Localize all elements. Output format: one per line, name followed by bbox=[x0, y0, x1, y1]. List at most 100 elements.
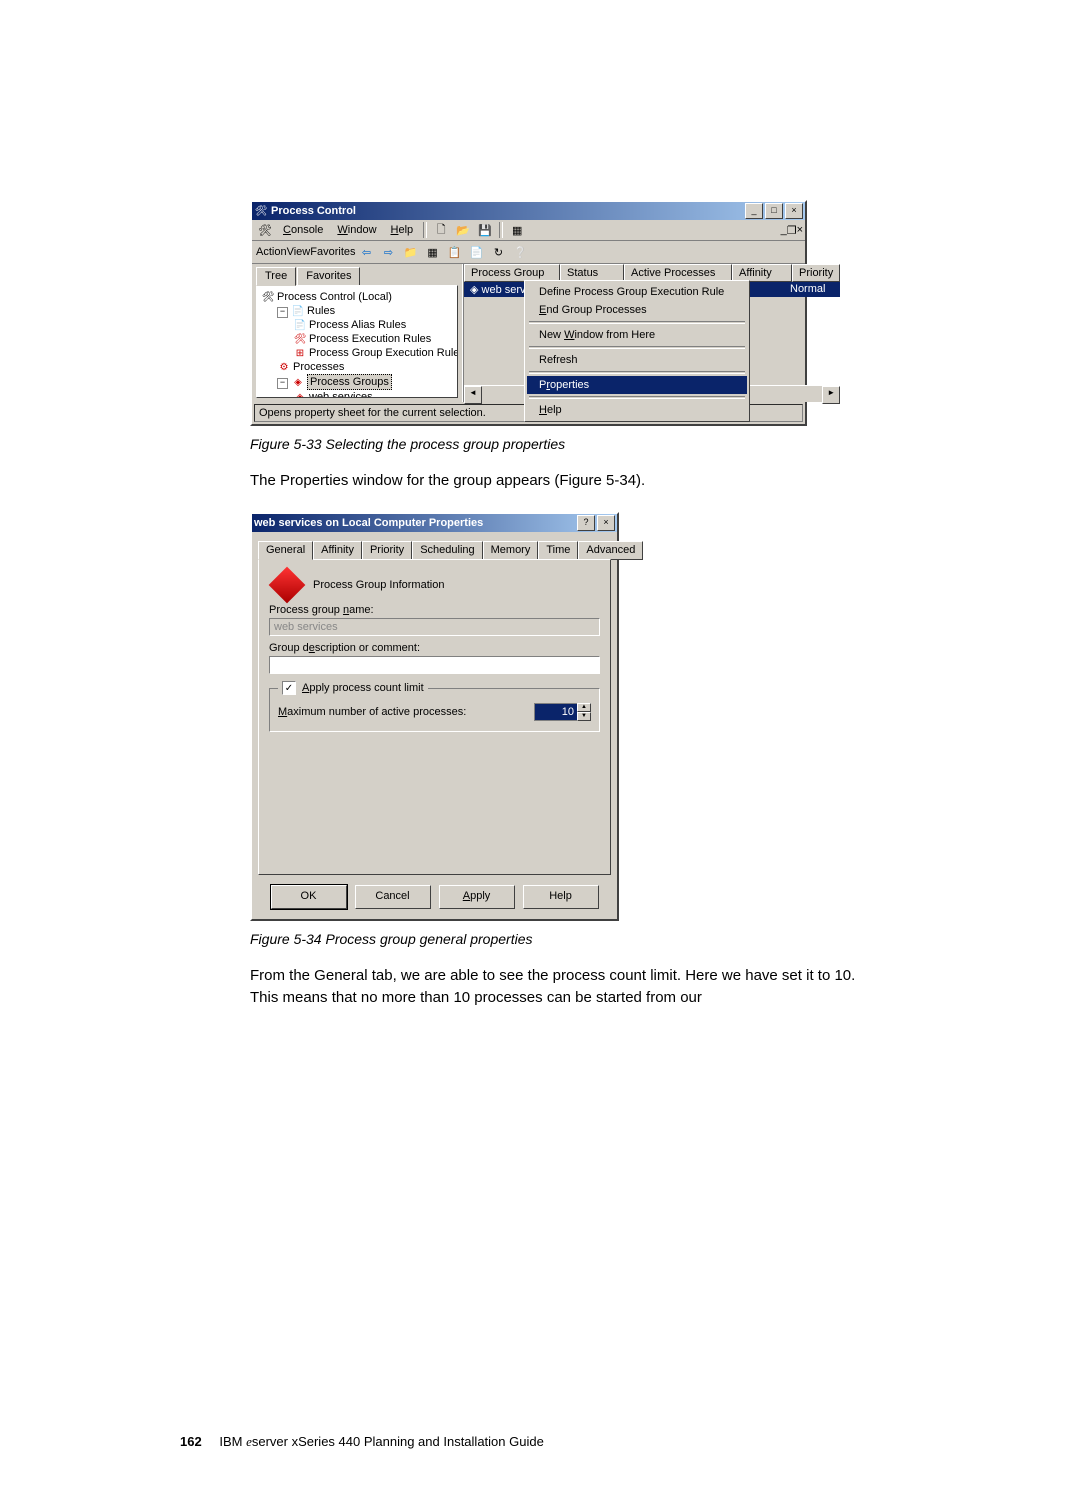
tab-content-general: Process Group Information Process group … bbox=[258, 559, 611, 875]
expander-icon[interactable]: − bbox=[277, 307, 288, 318]
menu-view[interactable]: View bbox=[287, 246, 311, 258]
brand-server: server bbox=[252, 1434, 288, 1449]
tree-rules[interactable]: Rules bbox=[307, 305, 335, 317]
new-icon[interactable]: 🗋 bbox=[431, 220, 451, 240]
mdi-close-button[interactable]: × bbox=[797, 224, 803, 236]
export-icon[interactable]: 📄 bbox=[467, 242, 487, 262]
cm-new-window[interactable]: New Window from Here bbox=[527, 326, 747, 344]
tree-exec[interactable]: Process Execution Rules bbox=[309, 333, 431, 345]
mdi-menubar: 🛠 Console Window Help 🗋 📂 💾 ▦ _ ❐ × bbox=[252, 220, 805, 241]
section-heading: Process Group Information bbox=[313, 579, 444, 591]
menu-favorites[interactable]: Favorites bbox=[310, 246, 355, 258]
back-icon[interactable]: ⇦ bbox=[357, 242, 377, 262]
scroll-right-icon[interactable]: ► bbox=[822, 386, 840, 404]
mdi-restore-button[interactable]: ❐ bbox=[787, 224, 797, 237]
cm-end-group[interactable]: End Group Processes bbox=[527, 301, 747, 319]
tab-scheduling[interactable]: Scheduling bbox=[412, 541, 482, 560]
save-icon[interactable]: 💾 bbox=[475, 220, 495, 240]
refresh-icon[interactable]: ↻ bbox=[489, 242, 509, 262]
group-name-input bbox=[269, 618, 600, 636]
menu-help[interactable]: Help bbox=[384, 222, 421, 238]
processes-icon: ⚙ bbox=[277, 362, 291, 374]
process-control-window: 🛠 Process Control _ □ × 🛠 Console Window… bbox=[250, 200, 807, 426]
minimize-button[interactable]: _ bbox=[745, 203, 763, 219]
expander-icon[interactable]: − bbox=[277, 378, 288, 389]
help-button[interactable]: ? bbox=[577, 515, 595, 531]
tab-priority[interactable]: Priority bbox=[362, 541, 412, 560]
tab-time[interactable]: Time bbox=[538, 541, 578, 560]
action-toolbar: Action View Favorites ⇦ ⇨ 📁 ▦ 📋 📄 ↻ ❔ bbox=[252, 241, 805, 264]
context-menu: Define Process Group Execution Rule End … bbox=[524, 280, 750, 422]
close-button[interactable]: × bbox=[785, 203, 803, 219]
book-prefix: IBM bbox=[219, 1434, 246, 1449]
group-item-icon: ◈ bbox=[293, 392, 307, 398]
tree-web-services[interactable]: web services bbox=[309, 391, 373, 398]
cm-properties[interactable]: Properties bbox=[527, 376, 747, 394]
tab-memory[interactable]: Memory bbox=[483, 541, 539, 560]
groups-icon: ◈ bbox=[291, 377, 305, 389]
cm-define-rule[interactable]: Define Process Group Execution Rule bbox=[527, 283, 747, 301]
tree-alias[interactable]: Process Alias Rules bbox=[309, 319, 406, 331]
tab-tree[interactable]: Tree bbox=[256, 267, 296, 286]
apply-limit-label: Apply process count limit bbox=[302, 682, 424, 694]
tree-view[interactable]: 🛠Process Control (Local) −📄Rules 📄Proces… bbox=[257, 286, 457, 398]
cm-refresh[interactable]: Refresh bbox=[527, 351, 747, 369]
open-icon[interactable]: 📂 bbox=[453, 220, 473, 240]
cancel-button[interactable]: Cancel bbox=[355, 885, 431, 909]
max-value[interactable]: 10 bbox=[534, 703, 577, 721]
menu-console[interactable]: Console bbox=[276, 222, 330, 238]
max-processes-spinbox[interactable]: 10 ▲ ▼ bbox=[534, 703, 591, 721]
tree-process-groups[interactable]: Process Groups bbox=[307, 374, 392, 390]
tab-advanced[interactable]: Advanced bbox=[578, 541, 643, 560]
rule-icon: ⊞ bbox=[293, 348, 307, 360]
figure-5-34-caption: Figure 5-34 Process group general proper… bbox=[250, 931, 880, 947]
ok-button[interactable]: OK bbox=[271, 885, 347, 909]
folder-icon: 📄 bbox=[291, 306, 305, 318]
tree-root[interactable]: Process Control (Local) bbox=[277, 291, 392, 303]
close-button[interactable]: × bbox=[597, 515, 615, 531]
properties-icon[interactable]: 📋 bbox=[445, 242, 465, 262]
spin-up-icon[interactable]: ▲ bbox=[577, 703, 591, 712]
cell-priority: Normal bbox=[784, 282, 840, 297]
forward-icon[interactable]: ⇨ bbox=[379, 242, 399, 262]
count-limit-groupbox: ✓ Apply process count limit Maximum numb… bbox=[269, 688, 600, 732]
left-pane: Tree Favorites 🛠Process Control (Local) … bbox=[252, 264, 462, 402]
tab-general[interactable]: General bbox=[258, 541, 313, 560]
help-button[interactable]: Help bbox=[523, 885, 599, 909]
group-info-icon bbox=[269, 567, 306, 604]
page-number: 162 bbox=[180, 1434, 202, 1449]
cm-help[interactable]: Help bbox=[527, 401, 747, 419]
show-hide-icon[interactable]: ▦ bbox=[423, 242, 443, 262]
menu-action[interactable]: Action bbox=[256, 246, 287, 258]
tab-favorites[interactable]: Favorites bbox=[297, 267, 360, 286]
apply-limit-checkbox[interactable]: ✓ bbox=[282, 681, 296, 695]
body-paragraph-1: The Properties window for the group appe… bbox=[250, 470, 880, 492]
book-rest: xSeries 440 Planning and Installation Gu… bbox=[288, 1434, 544, 1449]
outer-titlebar: 🛠 Process Control _ □ × bbox=[252, 202, 805, 220]
help-icon[interactable]: ❔ bbox=[511, 242, 531, 262]
right-pane: Process Group Status Active Processes Af… bbox=[464, 264, 840, 402]
page-footer: 162 IBM eserver xSeries 440 Planning and… bbox=[180, 1434, 544, 1450]
group-desc-input[interactable] bbox=[269, 656, 600, 674]
maximize-button[interactable]: □ bbox=[765, 203, 783, 219]
desc-label: Group description or comment: bbox=[269, 642, 600, 654]
up-folder-icon[interactable]: 📁 bbox=[401, 242, 421, 262]
dialog-buttons: OK Cancel Apply Help bbox=[258, 885, 611, 909]
dialog-titlebar: web services on Local Computer Propertie… bbox=[252, 514, 617, 532]
tree-processes[interactable]: Processes bbox=[293, 361, 344, 373]
col-priority[interactable]: Priority bbox=[792, 264, 840, 282]
scroll-left-icon[interactable]: ◄ bbox=[464, 386, 482, 404]
dialog-title: web services on Local Computer Propertie… bbox=[254, 517, 575, 529]
apply-button[interactable]: Apply bbox=[439, 885, 515, 909]
tab-affinity[interactable]: Affinity bbox=[313, 541, 362, 560]
menu-window[interactable]: Window bbox=[330, 222, 383, 238]
spin-down-icon[interactable]: ▼ bbox=[577, 712, 591, 721]
max-processes-label: Maximum number of active processes: bbox=[278, 706, 466, 718]
properties-dialog: web services on Local Computer Propertie… bbox=[250, 512, 619, 921]
dialog-tabs: General Affinity Priority Scheduling Mem… bbox=[258, 540, 611, 559]
app-small-icon: 🛠 bbox=[255, 220, 275, 240]
views-icon[interactable]: ▦ bbox=[507, 220, 527, 240]
figure-5-33-caption: Figure 5-33 Selecting the process group … bbox=[250, 436, 880, 452]
tree-group-exec[interactable]: Process Group Execution Rules bbox=[309, 347, 458, 359]
window-title: Process Control bbox=[271, 205, 743, 217]
